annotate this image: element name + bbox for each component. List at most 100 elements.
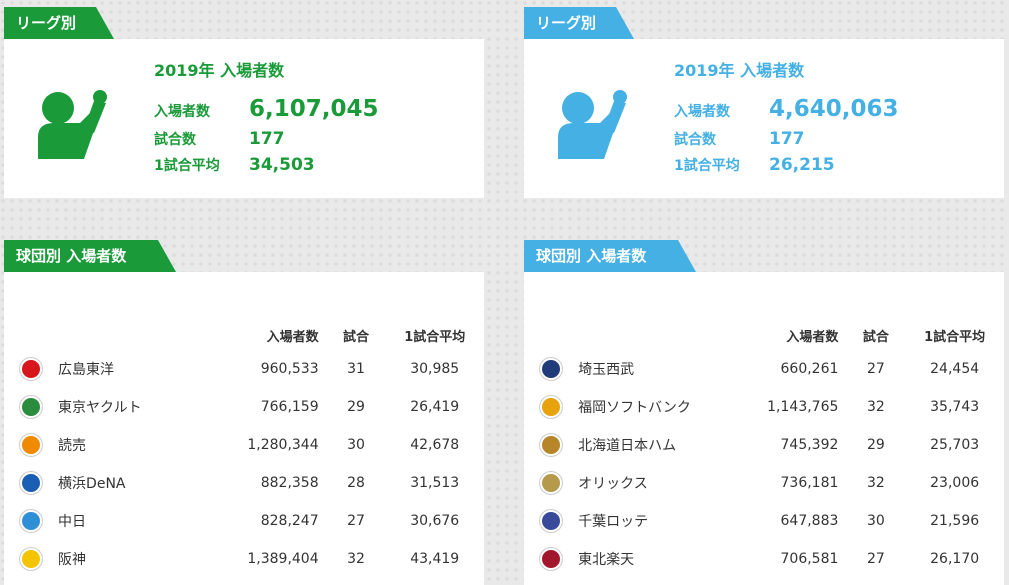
table-row: 横浜DeNA 882,358 28 31,513 <box>4 464 484 502</box>
team-attendance: 706,581 <box>780 551 839 567</box>
team-attendance: 1,280,344 <box>247 437 319 453</box>
team-average: 24,454 <box>930 361 980 377</box>
team-games: 32 <box>866 475 885 491</box>
pacific-teams-tab: 球団別 入場者数 <box>524 240 696 272</box>
team-attendance: 960,533 <box>260 361 319 377</box>
table-row: 東京ヤクルト 766,159 29 26,419 <box>4 388 484 426</box>
games-column-header: 試合 <box>862 329 889 345</box>
central-attendance-row: 入場者数 6,107,045 <box>154 96 379 122</box>
team-attendance: 745,392 <box>780 437 839 453</box>
hawks-logo-icon <box>540 396 563 418</box>
team-average: 23,006 <box>930 475 980 491</box>
fan-cheering-icon <box>558 90 627 159</box>
central-teams-tab: 球団別 入場者数 <box>4 240 176 272</box>
team-games: 29 <box>347 399 365 415</box>
table-header-row: 入場者数 試合 1試合平均 <box>4 320 484 350</box>
team-average: 31,513 <box>410 475 460 491</box>
pacific-teams-panel: 入場者数 試合 1試合平均 埼玉西武 660,261 27 24,454 福岡ソフトバン… <box>524 272 1004 585</box>
team-games: 27 <box>866 361 885 377</box>
team-attendance: 828,247 <box>260 513 319 529</box>
team-games: 31 <box>347 361 365 377</box>
team-games: 30 <box>347 437 365 453</box>
pacific-average-value: 26,215 <box>769 155 835 175</box>
games-column-header: 試合 <box>343 329 370 345</box>
team-attendance: 1,143,765 <box>767 399 839 415</box>
pacific-attendance-row: 入場者数 4,640,063 <box>674 96 899 122</box>
central-average-value: 34,503 <box>249 155 315 175</box>
team-games: 27 <box>347 513 365 529</box>
central-summary-title: 2019年 入場者数 <box>154 61 285 80</box>
team-attendance: 882,358 <box>260 475 319 491</box>
buffaloes-logo-icon <box>540 472 563 494</box>
team-average: 30,676 <box>410 513 460 529</box>
team-name: 東京ヤクルト <box>58 400 142 416</box>
team-average: 26,170 <box>930 551 980 567</box>
lions-logo-icon <box>540 358 563 380</box>
eagles-logo-icon <box>540 548 563 570</box>
tigers-logo-icon <box>20 548 43 570</box>
fan-cheering-icon <box>38 90 107 159</box>
team-name: オリックス <box>578 476 648 492</box>
central-attendance-value: 6,107,045 <box>249 96 379 122</box>
average-column-header: 1試合平均 <box>404 329 466 345</box>
games-label: 試合数 <box>674 132 716 148</box>
table-row: 埼玉西武 660,261 27 24,454 <box>524 350 1004 388</box>
table-row: 北海道日本ハム 745,392 29 25,703 <box>524 426 1004 464</box>
team-games: 30 <box>866 513 885 529</box>
team-name: 千葉ロッテ <box>578 514 649 530</box>
table-row: 読売 1,280,344 30 42,678 <box>4 426 484 464</box>
team-games: 32 <box>347 551 365 567</box>
fighters-logo-icon <box>540 434 563 456</box>
pacific-league-summary: 2019年 入場者数 入場者数 4,640,063 試合数 177 1試合平均 26,… <box>524 39 1004 198</box>
team-name: 埼玉西武 <box>578 362 635 378</box>
attendance-column-header: 入場者数 <box>786 329 839 345</box>
attendance-label: 入場者数 <box>674 104 730 120</box>
pacific-league-tab: リーグ別 <box>524 7 634 39</box>
team-attendance: 1,389,404 <box>247 551 319 567</box>
team-name: 広島東洋 <box>58 362 115 378</box>
table-row: 広島東洋 960,533 31 30,985 <box>4 350 484 388</box>
team-games: 32 <box>866 399 885 415</box>
baystars-logo-icon <box>20 472 43 494</box>
table-row: 福岡ソフトバンク 1,143,765 32 35,743 <box>524 388 1004 426</box>
average-label: 1試合平均 <box>674 158 740 174</box>
central-games-value: 177 <box>249 129 285 149</box>
team-name: 中日 <box>58 514 87 530</box>
team-games: 27 <box>866 551 885 567</box>
average-column-header: 1試合平均 <box>924 329 986 345</box>
central-league-tab: リーグ別 <box>4 7 114 39</box>
team-attendance: 660,261 <box>780 361 839 377</box>
team-average: 42,678 <box>410 437 460 453</box>
table-header-row: 入場者数 試合 1試合平均 <box>524 320 1004 350</box>
team-average: 25,703 <box>930 437 980 453</box>
attendance-column-header: 入場者数 <box>266 329 319 345</box>
team-average: 35,743 <box>930 399 980 415</box>
average-label: 1試合平均 <box>154 158 220 174</box>
team-name: 読売 <box>58 438 87 454</box>
giants-logo-icon <box>20 434 43 456</box>
central-games-row: 試合数 177 <box>154 129 285 149</box>
team-average: 43,419 <box>410 551 460 567</box>
games-label: 試合数 <box>154 132 196 148</box>
pacific-summary-title: 2019年 入場者数 <box>674 61 805 80</box>
central-teams-panel: 入場者数 試合 1試合平均 広島東洋 960,533 31 30,985 東京ヤクルト 7… <box>4 272 484 585</box>
team-name: 横浜DeNA <box>58 476 126 492</box>
team-attendance: 736,181 <box>780 475 839 491</box>
attendance-label: 入場者数 <box>154 104 210 120</box>
dragons-logo-icon <box>20 510 43 532</box>
team-games: 29 <box>866 437 885 453</box>
pacific-games-row: 試合数 177 <box>674 129 805 149</box>
central-average-row: 1試合平均 34,503 <box>154 155 315 175</box>
carp-logo-icon <box>20 358 43 380</box>
pacific-average-row: 1試合平均 26,215 <box>674 155 835 175</box>
table-row: 千葉ロッテ 647,883 30 21,596 <box>524 502 1004 540</box>
team-average: 26,419 <box>410 399 460 415</box>
team-average: 21,596 <box>930 513 980 529</box>
team-name: 福岡ソフトバンク <box>578 400 691 416</box>
swallows-logo-icon <box>20 396 43 418</box>
team-name: 北海道日本ハム <box>578 438 677 454</box>
team-attendance: 766,159 <box>260 399 319 415</box>
central-league-summary: 2019年 入場者数 入場者数 6,107,045 試合数 177 1試合平均 34,… <box>4 39 484 198</box>
team-average: 30,985 <box>410 361 460 377</box>
team-name: 阪神 <box>58 552 87 568</box>
